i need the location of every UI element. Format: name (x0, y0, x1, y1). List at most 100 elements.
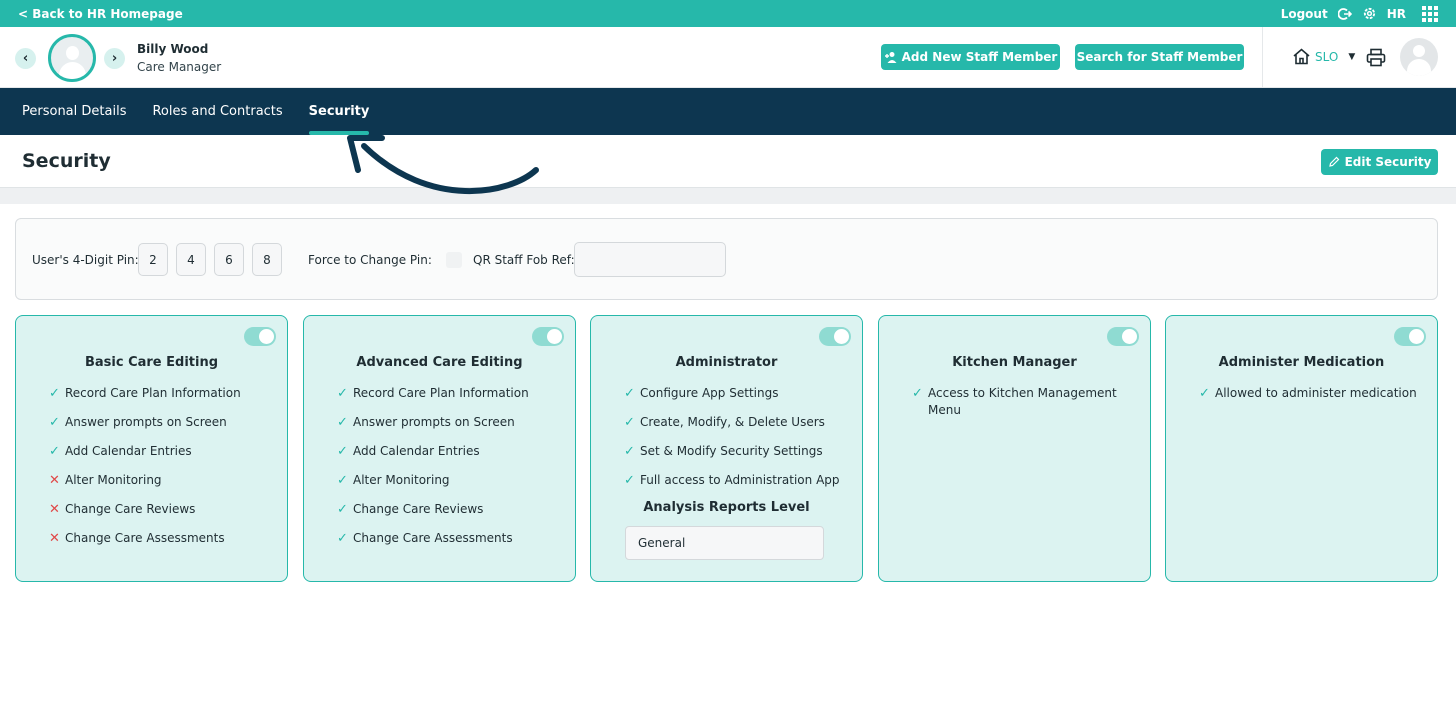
permission-label: Alter Monitoring (65, 473, 162, 487)
card-title: Basic Care Editing (84, 355, 219, 370)
permission-item: ✓ Add Calendar Entries (337, 443, 562, 460)
check-icon: ✓ (624, 444, 635, 459)
add-user-icon (884, 52, 897, 63)
permission-label: Allowed to administer medication (1215, 386, 1417, 400)
analysis-reports-select[interactable]: General (625, 526, 824, 560)
advanced-care-toggle[interactable] (532, 327, 564, 346)
force-change-checkbox[interactable] (446, 252, 462, 268)
permission-item: ✓ Change Care Assessments (337, 530, 562, 547)
permission-label: Create, Modify, & Delete Users (640, 415, 825, 429)
permission-label: Configure App Settings (640, 386, 779, 400)
prev-arrow-icon[interactable]: ‹ (15, 48, 36, 69)
check-icon: ✓ (337, 386, 348, 401)
edit-security-label: Edit Security (1344, 155, 1432, 169)
back-to-hr-link[interactable]: < Back to HR Homepage (18, 7, 183, 21)
permission-item: ✓ Full access to Administration App (624, 472, 849, 489)
check-icon: ✓ (337, 531, 348, 546)
user-avatar[interactable] (1400, 38, 1438, 76)
check-icon: ✓ (624, 473, 635, 488)
cross-icon: ✕ (49, 531, 60, 546)
apps-grid-icon[interactable] (1422, 5, 1438, 22)
qr-fob-label: QR Staff Fob Ref: (473, 253, 575, 267)
permission-label: Add Calendar Entries (353, 444, 480, 458)
permission-item: ✕ Change Care Assessments (49, 530, 274, 547)
add-staff-label: Add New Staff Member (901, 50, 1058, 64)
permission-label: Change Care Assessments (65, 531, 225, 545)
pin-digit-1[interactable]: 2 (138, 243, 168, 276)
chevron-down-icon: ▼ (1348, 51, 1356, 62)
administer-medication-toggle[interactable] (1394, 327, 1426, 346)
location-label: SLO (1315, 49, 1339, 64)
tab-personal-details[interactable]: Personal Details (22, 88, 126, 135)
card-administer-medication: Administer Medication ✓ Allowed to admini… (1165, 315, 1438, 582)
search-staff-label: Search for Staff Member (1076, 50, 1243, 64)
divider-strip (0, 188, 1456, 204)
pin-digit-4[interactable]: 8 (252, 243, 282, 276)
pencil-icon (1328, 156, 1339, 167)
staff-name: Billy Wood (137, 42, 209, 56)
location-selector[interactable]: SLO ▼ (1292, 48, 1355, 65)
page-title: Security (22, 150, 111, 172)
pin-panel: User's 4-Digit Pin: 2 4 6 8 Force to Cha… (15, 218, 1438, 300)
permission-item: ✓ Answer prompts on Screen (49, 414, 274, 431)
analysis-reports-title: Analysis Reports Level (643, 500, 810, 515)
top-bar-actions: Logout HR (1281, 5, 1438, 22)
card-advanced-care-editing: Advanced Care Editing ✓ Record Care Plan … (303, 315, 576, 582)
hr-label[interactable]: HR (1387, 7, 1406, 21)
check-icon: ✓ (624, 386, 635, 401)
search-staff-button[interactable]: Search for Staff Member (1075, 44, 1244, 70)
permission-label: Change Care Reviews (65, 502, 196, 516)
check-icon: ✓ (49, 444, 60, 459)
avatar (48, 34, 96, 82)
pin-digit-2[interactable]: 4 (176, 243, 206, 276)
card-title: Advanced Care Editing (356, 355, 523, 370)
next-arrow-icon[interactable]: › (104, 48, 125, 69)
permission-item: ✓ Allowed to administer medication (1199, 385, 1424, 402)
permission-label: Record Care Plan Information (65, 386, 241, 400)
force-change-label: Force to Change Pin: (308, 253, 432, 267)
pin-digit-3[interactable]: 6 (214, 243, 244, 276)
staff-role: Care Manager (137, 60, 222, 74)
tab-bar: Personal Details Roles and Contracts Sec… (0, 88, 1456, 135)
permission-item: ✓ Configure App Settings (624, 385, 849, 402)
permission-label: Change Care Reviews (353, 502, 484, 516)
check-icon: ✓ (1199, 386, 1210, 401)
permission-label: Answer prompts on Screen (65, 415, 227, 429)
permission-item: ✓ Record Care Plan Information (49, 385, 274, 402)
check-icon: ✓ (337, 473, 348, 488)
permission-item: ✓ Change Care Reviews (337, 501, 562, 518)
permission-label: Answer prompts on Screen (353, 415, 515, 429)
check-icon: ✓ (337, 415, 348, 430)
tab-roles-contracts[interactable]: Roles and Contracts (152, 88, 282, 135)
cross-icon: ✕ (49, 473, 60, 488)
check-icon: ✓ (624, 415, 635, 430)
permission-item: ✕ Alter Monitoring (49, 472, 274, 489)
administrator-toggle[interactable] (819, 327, 851, 346)
permission-item: ✓ Record Care Plan Information (337, 385, 562, 402)
print-icon[interactable] (1366, 48, 1386, 67)
permission-label: Full access to Administration App (640, 473, 840, 487)
staff-header: ‹ › Billy Wood Care Manager Add New Staf… (0, 27, 1456, 88)
permission-item: ✓ Alter Monitoring (337, 472, 562, 489)
qr-fob-input[interactable] (574, 242, 726, 277)
add-staff-button[interactable]: Add New Staff Member (881, 44, 1060, 70)
logout-link[interactable]: Logout (1281, 7, 1328, 21)
permission-label: Access to Kitchen Management Menu (928, 386, 1117, 417)
basic-care-toggle[interactable] (244, 327, 276, 346)
permission-label: Change Care Assessments (353, 531, 513, 545)
gear-icon[interactable] (1362, 6, 1377, 21)
logout-icon[interactable] (1337, 7, 1352, 21)
permission-label: Add Calendar Entries (65, 444, 192, 458)
permission-item: ✓ Create, Modify, & Delete Users (624, 414, 849, 431)
pin-label: User's 4-Digit Pin: (32, 253, 139, 267)
card-title: Kitchen Manager (952, 355, 1077, 370)
kitchen-manager-toggle[interactable] (1107, 327, 1139, 346)
check-icon: ✓ (49, 415, 60, 430)
permission-label: Record Care Plan Information (353, 386, 529, 400)
edit-security-button[interactable]: Edit Security (1321, 149, 1438, 175)
check-icon: ✓ (337, 444, 348, 459)
permission-item: ✓ Add Calendar Entries (49, 443, 274, 460)
top-bar: < Back to HR Homepage Logout HR (0, 0, 1456, 27)
home-icon (1293, 48, 1310, 65)
check-icon: ✓ (337, 502, 348, 517)
